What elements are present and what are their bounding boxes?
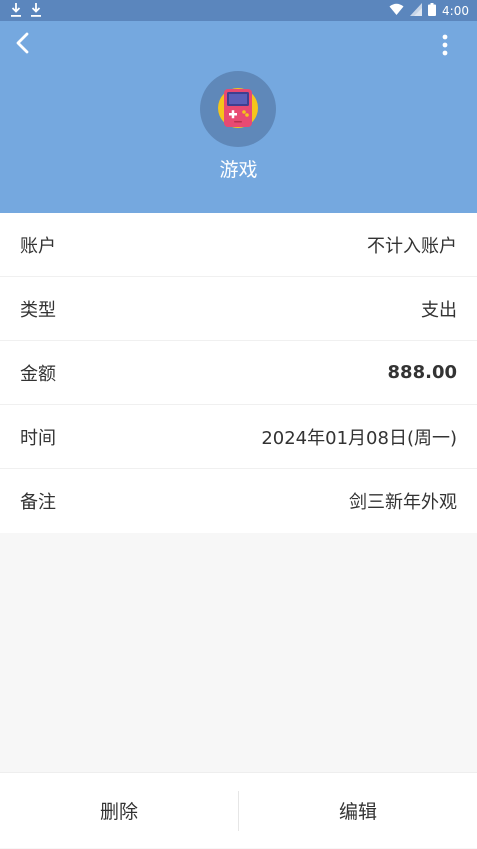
row-label: 类型: [20, 299, 56, 321]
more-vertical-icon: [442, 34, 448, 60]
row-label: 时间: [20, 427, 56, 449]
wifi-icon: [389, 3, 404, 19]
detail-row-account: 账户 不计入账户: [0, 213, 477, 277]
row-label: 金额: [20, 363, 56, 385]
status-bar: 4:00: [0, 0, 477, 21]
status-right-icons: 4:00: [389, 3, 469, 19]
chevron-left-icon: [14, 31, 30, 59]
row-label: 备注: [20, 492, 56, 513]
detail-row-note: 备注 剑三新年外观: [0, 469, 477, 533]
battery-icon: [428, 3, 437, 19]
edit-button[interactable]: 编辑: [239, 773, 477, 849]
detail-row-time: 时间 2024年01月08日(周一): [0, 405, 477, 469]
game-console-icon: [214, 83, 262, 135]
row-value: 剑三新年外观: [349, 492, 457, 513]
bottom-action-bar: 删除 编辑: [0, 772, 477, 848]
row-label: 账户: [20, 235, 56, 257]
back-button[interactable]: [6, 29, 38, 61]
detail-list: 账户 不计入账户 类型 支出 金额 888.00 时间 2024年01月08日(…: [0, 213, 477, 533]
download-icon: [30, 2, 42, 18]
status-left-icons: [10, 2, 42, 18]
detail-row-type: 类型 支出: [0, 277, 477, 341]
category-name: 游戏: [219, 159, 258, 181]
delete-button[interactable]: 删除: [0, 773, 238, 849]
category-icon-circle: [200, 71, 276, 147]
row-value-amount: 888.00: [387, 362, 457, 383]
signal-icon: [410, 3, 423, 19]
download-icon: [10, 2, 22, 18]
status-time: 4:00: [442, 3, 469, 18]
more-options-button[interactable]: [433, 31, 457, 63]
row-value: 支出: [421, 299, 457, 321]
detail-header: 游戏: [0, 21, 477, 213]
row-value: 不计入账户: [367, 235, 457, 257]
row-value: 2024年01月08日(周一): [261, 427, 457, 449]
detail-row-amount: 金额 888.00: [0, 341, 477, 405]
